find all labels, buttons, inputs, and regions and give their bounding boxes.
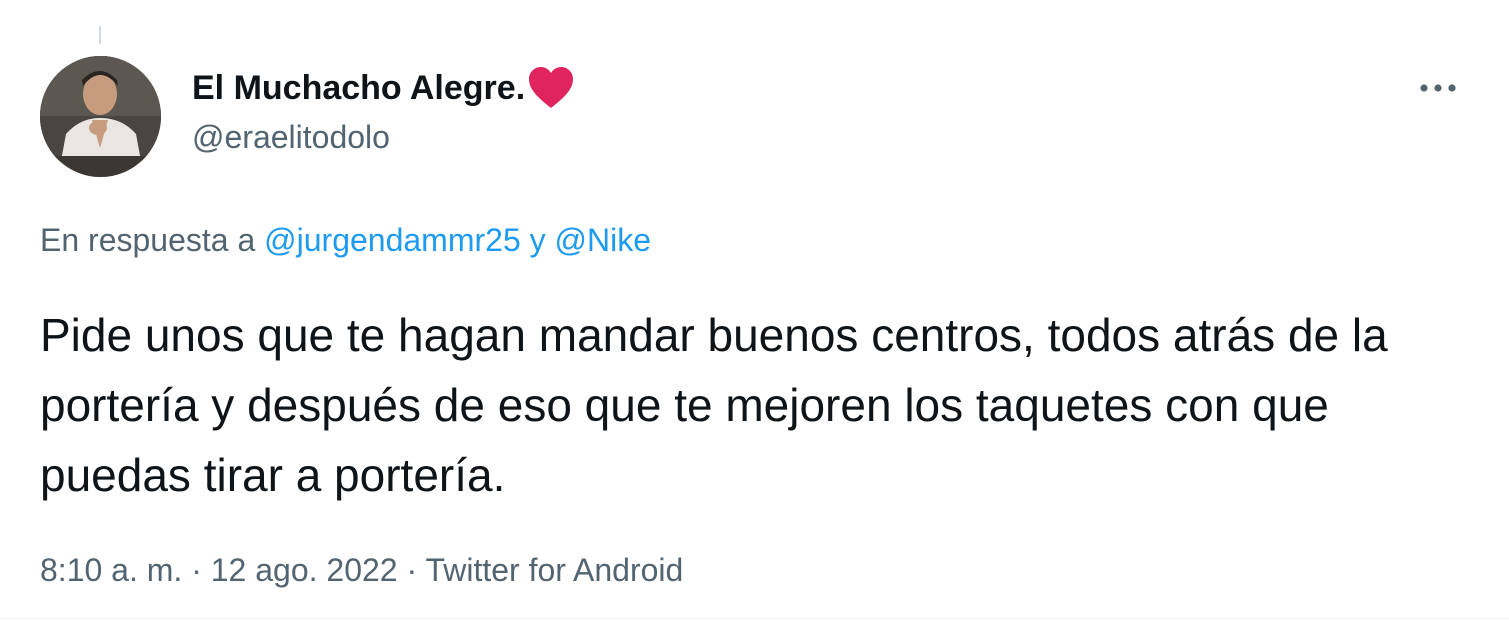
meta-separator: · — [406, 552, 418, 588]
more-horizontal-icon — [1420, 84, 1456, 92]
thread-connector-line — [99, 26, 101, 44]
tweet-card: El Muchacho Alegre. @eraelitodolo En res… — [0, 0, 1509, 620]
display-name[interactable]: El Muchacho Alegre. — [192, 66, 575, 110]
tweet-time[interactable]: 8:10 a. m. — [40, 552, 182, 588]
divider — [0, 618, 1509, 619]
reply-prefix: En respuesta a — [40, 222, 256, 258]
reply-context: En respuesta a @jurgendammr25 y @Nike — [40, 222, 651, 259]
meta-separator: · — [191, 552, 202, 588]
reply-connector: y — [529, 222, 546, 258]
user-handle[interactable]: @eraelitodolo — [192, 119, 390, 156]
avatar[interactable] — [40, 56, 161, 177]
display-name-text: El Muchacho Alegre. — [192, 68, 526, 107]
tweet-text: Pide unos que te hagan mandar buenos cen… — [40, 309, 1388, 501]
more-options-button[interactable] — [1414, 70, 1462, 106]
tweet-source[interactable]: Twitter for Android — [425, 552, 683, 588]
avatar-image — [40, 56, 161, 177]
tweet-metadata: 8:10 a. m. · 12 ago. 2022 · Twitter for … — [40, 552, 683, 589]
tweet-date[interactable]: 12 ago. 2022 — [211, 552, 398, 588]
reply-mention-link[interactable]: @Nike — [555, 222, 652, 258]
red-heart-icon — [527, 66, 575, 110]
reply-mention-link[interactable]: @jurgendammr25 — [264, 222, 521, 258]
